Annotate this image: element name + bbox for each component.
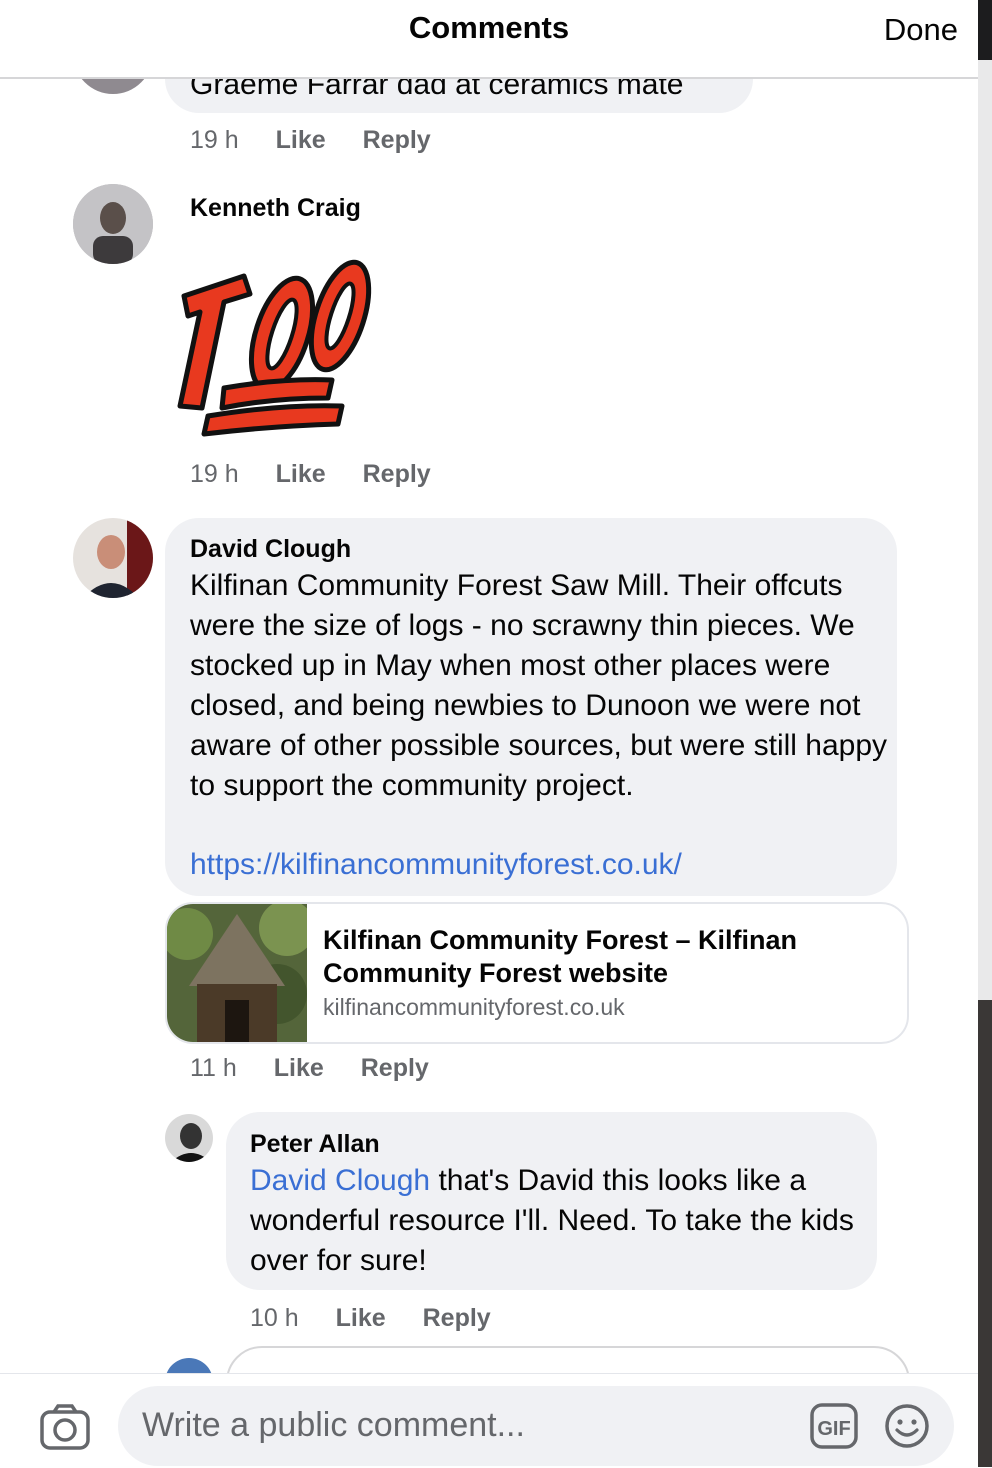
reply-button[interactable]: Reply <box>363 126 431 155</box>
comment-time: 11 h <box>190 1054 237 1082</box>
reply-time: 10 h <box>250 1304 299 1332</box>
comment-time: 19 h <box>190 126 239 154</box>
comment-meta: 11 h Like Reply <box>190 1054 459 1083</box>
comment-input-placeholder: Write a public comment... <box>142 1406 525 1444</box>
comment-link[interactable]: https://kilfinancommunityforest.co.uk/ <box>190 845 682 885</box>
like-button[interactable]: Like <box>274 1054 324 1083</box>
link-preview-card[interactable]: Kilfinan Community Forest – Kilfinan Com… <box>165 902 909 1044</box>
background-edge-top <box>978 0 992 60</box>
comment-meta: 19 h Like Reply <box>190 460 461 489</box>
link-preview-image <box>167 904 315 1042</box>
comment-time: 19 h <box>190 460 239 488</box>
comment-meta: 19 h Like Reply <box>190 126 461 155</box>
reply-button[interactable]: Reply <box>361 1054 429 1083</box>
like-button[interactable]: Like <box>276 126 326 155</box>
reply-meta: 10 h Like Reply <box>250 1304 521 1333</box>
background-edge <box>978 0 992 1467</box>
background-edge-bottom <box>978 1000 992 1467</box>
hundred-points-sticker-icon <box>177 259 372 437</box>
gif-icon[interactable]: GIF <box>810 1403 858 1449</box>
comment-bar: Write a public comment... GIF <box>0 1373 978 1468</box>
reply-author[interactable]: Peter Allan <box>250 1130 380 1159</box>
like-button[interactable]: Like <box>336 1304 386 1333</box>
comment-input[interactable]: Write a public comment... GIF <box>118 1386 954 1466</box>
camera-icon[interactable] <box>40 1404 90 1450</box>
page-title: Comments <box>408 10 570 45</box>
hut-image-icon <box>167 904 315 1042</box>
sticker-100 <box>172 238 382 438</box>
comment-text: Kilfinan Community Forest Saw Mill. Thei… <box>190 569 888 802</box>
person-icon <box>165 1114 213 1162</box>
comment-bubble: David Clough Kilfinan Community Forest S… <box>165 518 897 896</box>
avatar[interactable] <box>73 518 153 598</box>
avatar[interactable] <box>165 1114 213 1162</box>
reply-button[interactable]: Reply <box>363 460 431 489</box>
emoji-icon[interactable] <box>884 1403 930 1449</box>
like-button[interactable]: Like <box>276 460 326 489</box>
done-button[interactable]: Done <box>884 12 958 48</box>
reply-button[interactable]: Reply <box>423 1304 491 1333</box>
comment-author[interactable]: Kenneth Craig <box>190 194 361 223</box>
link-preview-domain: kilfinancommunityforest.co.uk <box>323 994 625 1020</box>
reply-text: David Clough that's David this looks lik… <box>250 1161 870 1281</box>
link-preview-title: Kilfinan Community Forest – Kilfinan Com… <box>323 925 798 988</box>
avatar[interactable] <box>73 184 153 264</box>
person-icon <box>73 518 153 598</box>
comment-author[interactable]: David Clough <box>190 535 351 564</box>
person-icon <box>73 184 153 264</box>
reply-bubble: Peter Allan David Clough that's David th… <box>226 1112 877 1290</box>
mention-link[interactable]: David Clough <box>250 1164 430 1197</box>
svg-text:GIF: GIF <box>817 1418 850 1440</box>
comments-header: Comments Done <box>0 0 978 79</box>
